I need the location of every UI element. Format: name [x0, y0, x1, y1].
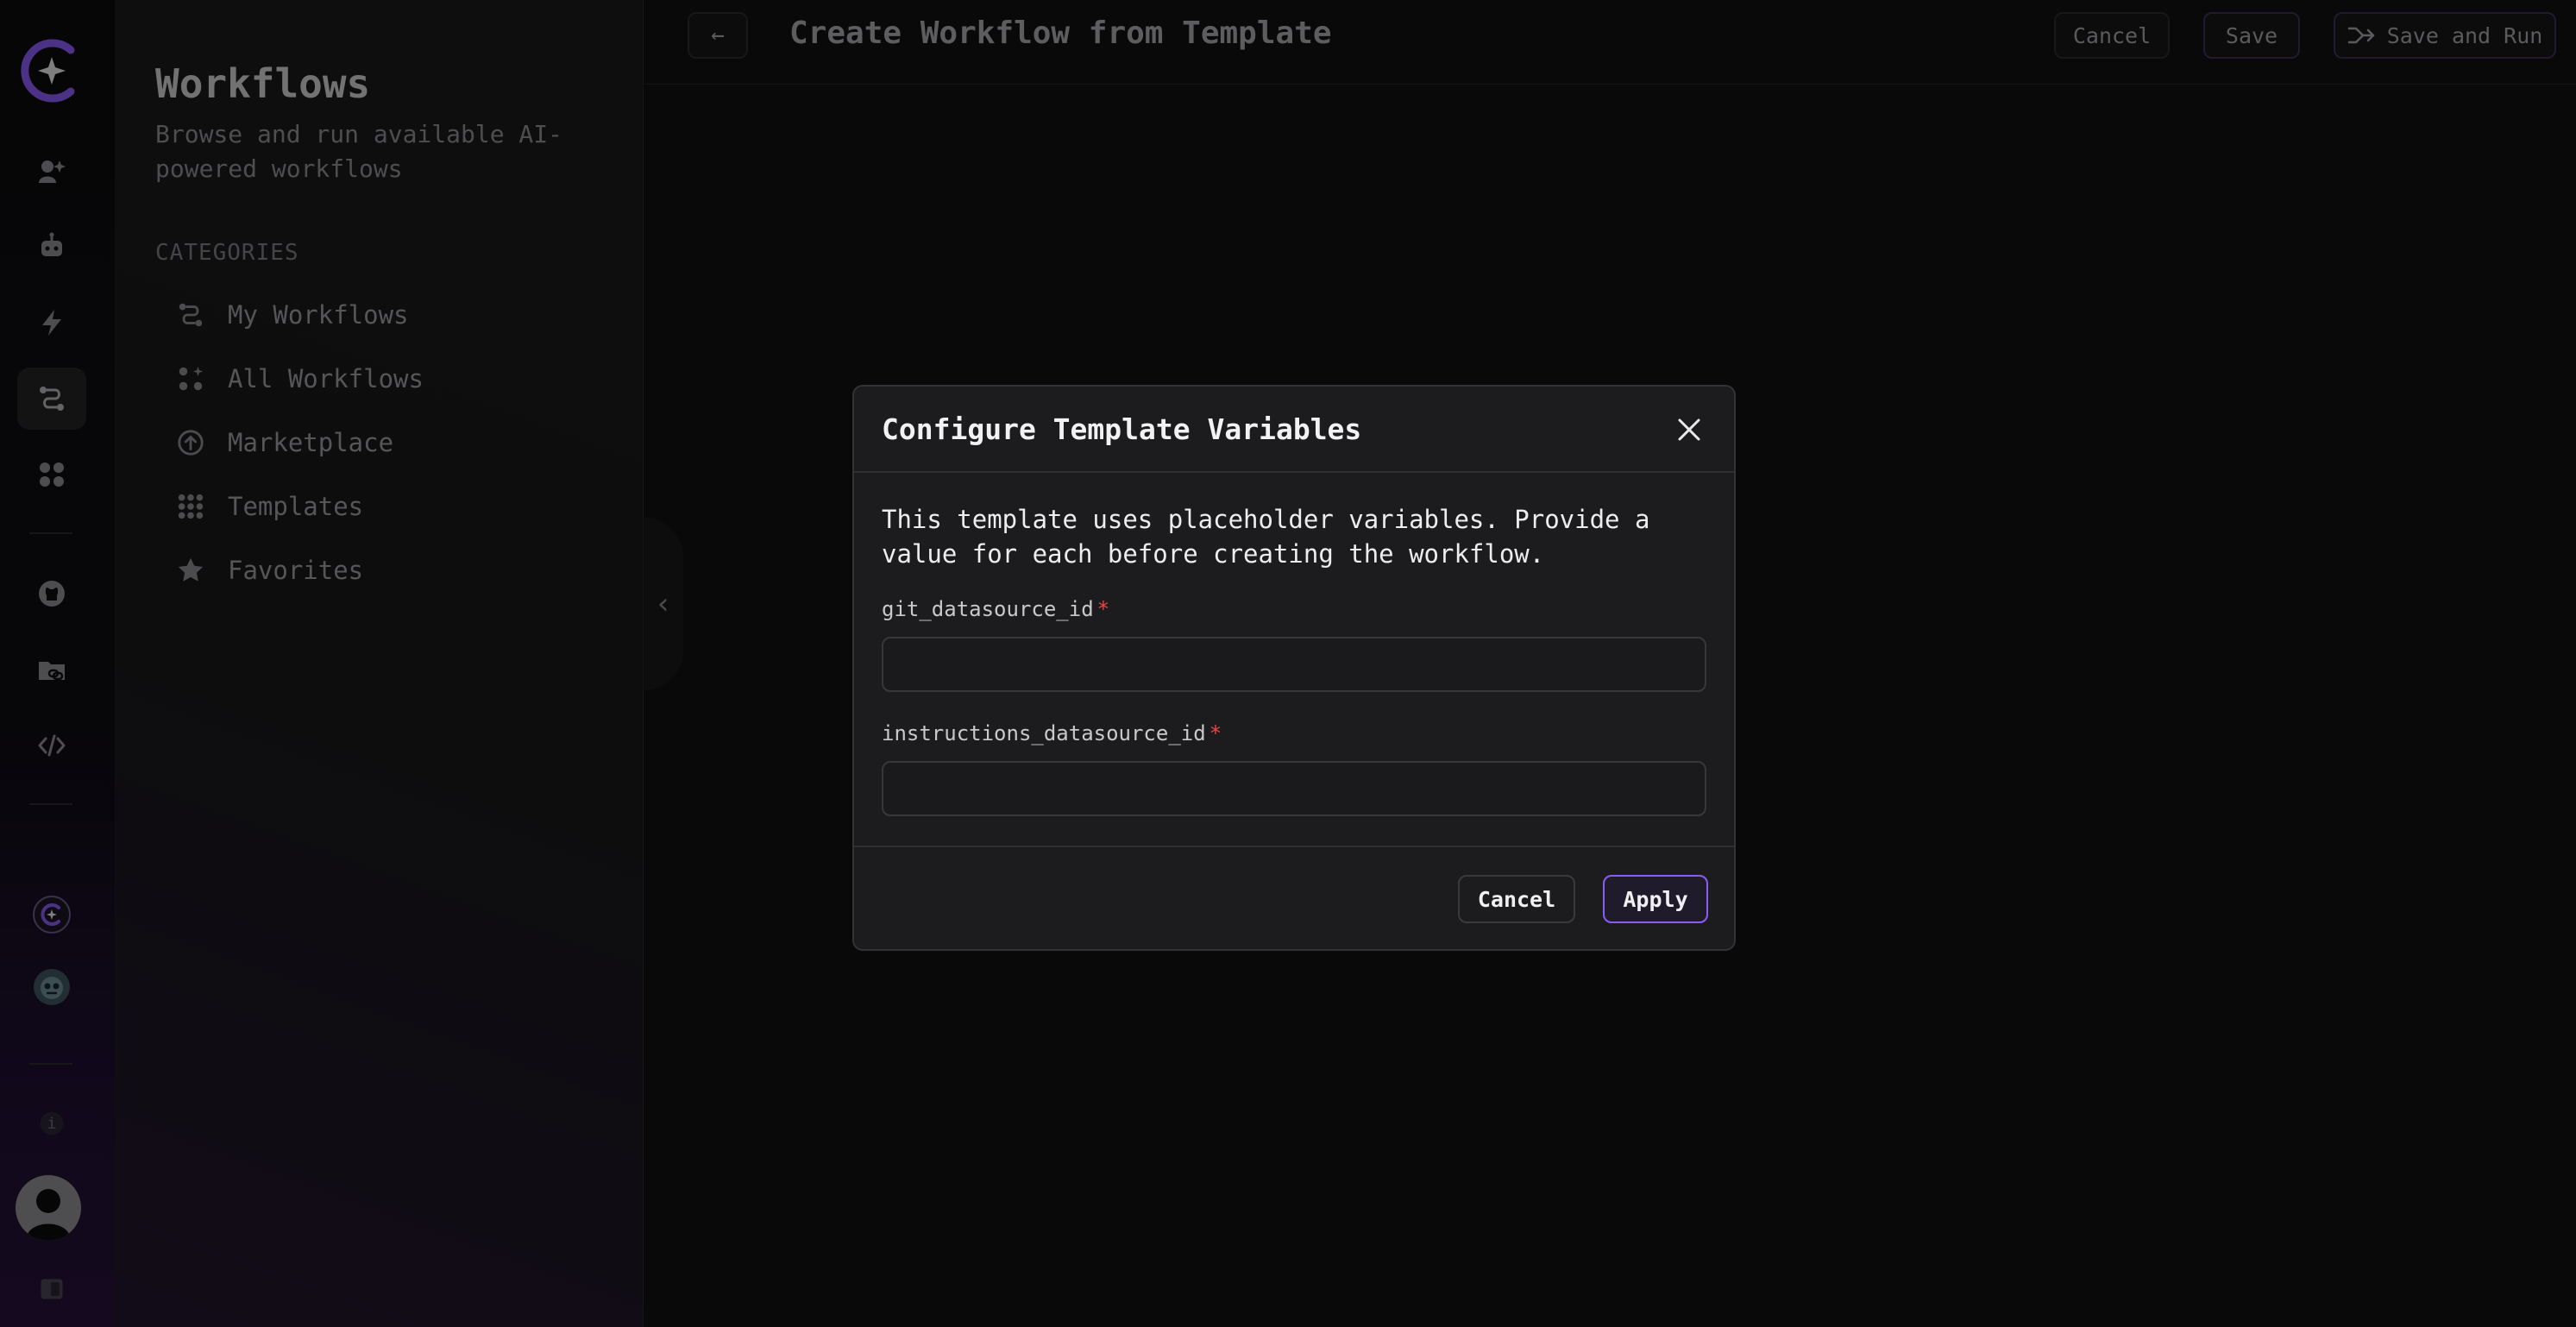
close-icon[interactable] [1674, 414, 1705, 445]
required-mark: * [1096, 597, 1110, 621]
instructions-datasource-id-input[interactable] [882, 761, 1706, 816]
dialog-header: Configure Template Variables [854, 387, 1734, 473]
required-mark: * [1209, 721, 1222, 745]
field-label-text: instructions_datasource_id [882, 721, 1206, 745]
git-datasource-id-input[interactable] [882, 637, 1706, 692]
dialog-footer: Cancel Apply [854, 846, 1734, 951]
dialog-apply-button[interactable]: Apply [1603, 875, 1708, 923]
dialog-cancel-button[interactable]: Cancel [1458, 875, 1575, 923]
field-label-instructions-datasource-id: instructions_datasource_id * [882, 721, 1222, 745]
dialog-title: Configure Template Variables [882, 412, 1362, 446]
field-label-text: git_datasource_id [882, 597, 1094, 621]
configure-variables-dialog: Configure Template Variables This templa… [852, 385, 1736, 951]
field-label-git-datasource-id: git_datasource_id * [882, 597, 1109, 621]
dialog-description: This template uses placeholder variables… [882, 505, 1650, 569]
app-root: i Workflows Browse and run available AI-… [0, 0, 2576, 1327]
